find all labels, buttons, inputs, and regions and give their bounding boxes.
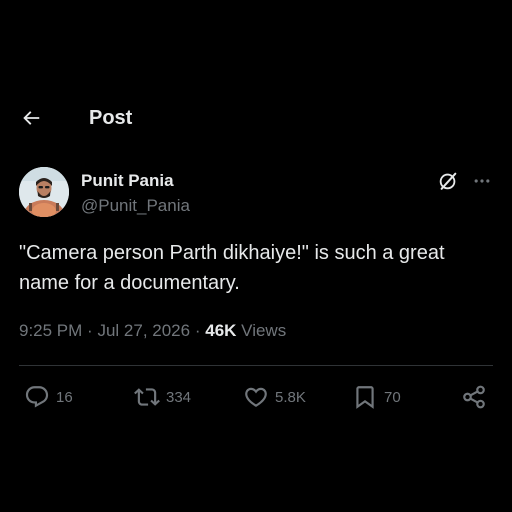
repost-icon	[134, 388, 160, 406]
arrow-left-icon	[23, 111, 40, 125]
post-meta: 9:25 PM · Jul 27, 2026 · 46K Views	[19, 320, 286, 342]
bookmark-icon	[356, 386, 374, 409]
reply-count: 16	[56, 388, 73, 406]
grok-icon	[439, 172, 457, 190]
meta-separator: ·	[194, 321, 201, 340]
views-count: 46K	[205, 321, 237, 340]
bookmark-count: 70	[384, 388, 401, 406]
repost-count: 334	[166, 388, 192, 406]
back-button[interactable]	[16, 104, 46, 132]
post-date[interactable]: Jul 27, 2026	[97, 321, 190, 340]
repost-button[interactable]: 334	[134, 384, 191, 410]
avatar[interactable]	[19, 167, 69, 217]
divider	[19, 365, 493, 366]
page-title: Post	[89, 107, 133, 129]
bookmark-button[interactable]: 70	[352, 384, 401, 410]
more-icon	[474, 179, 490, 183]
post-text: "Camera person Parth dikhaiye!" is such …	[19, 242, 445, 294]
like-button[interactable]: 5.8K	[243, 384, 306, 410]
like-count: 5.8K	[275, 388, 306, 406]
more-button[interactable]	[470, 169, 494, 193]
post-time[interactable]: 9:25 PM	[19, 321, 82, 340]
share-button[interactable]	[461, 384, 487, 410]
meta-separator: ·	[87, 321, 93, 340]
author-name[interactable]: Punit Pania	[81, 171, 174, 191]
views-label: Views	[241, 321, 287, 340]
author-handle[interactable]: @Punit_Pania	[81, 196, 190, 216]
reply-icon	[25, 386, 49, 408]
grok-button[interactable]	[436, 169, 460, 193]
like-icon	[245, 387, 267, 407]
avatar-image	[19, 167, 69, 217]
share-icon	[463, 385, 485, 409]
top-bar: Post	[0, 96, 512, 140]
reply-button[interactable]: 16	[24, 384, 73, 410]
